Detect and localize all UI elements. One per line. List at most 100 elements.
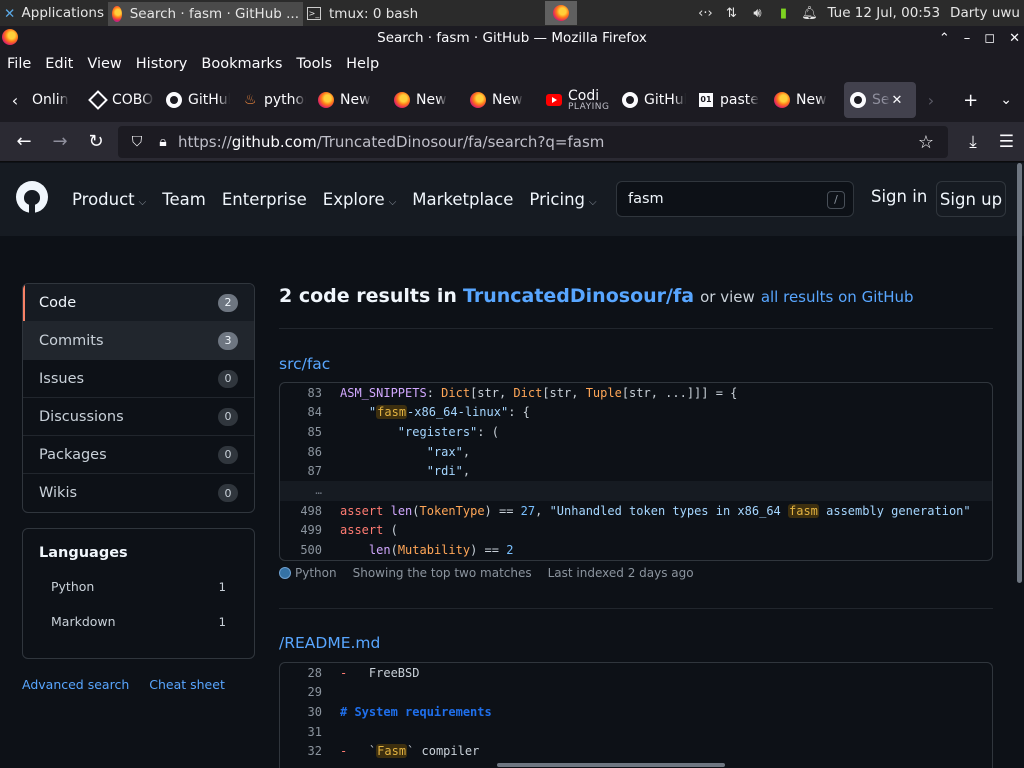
- tab-new-3[interactable]: New: [464, 82, 540, 118]
- line-number[interactable]: 500: [280, 543, 322, 557]
- nav-marketplace[interactable]: Marketplace: [412, 190, 513, 209]
- user-name[interactable]: Darty uwu: [950, 5, 1020, 21]
- list-all-tabs-chevron-icon[interactable]: ⌄: [1000, 92, 1012, 108]
- notification-bell-icon[interactable]: 🔔︎: [801, 6, 818, 21]
- tab-label: COBOL: [112, 92, 154, 108]
- line-number[interactable]: 498: [280, 504, 322, 518]
- tab-github-search-active[interactable]: Se ✕: [844, 82, 916, 118]
- line-number[interactable]: …: [280, 484, 322, 497]
- line-number[interactable]: 32: [280, 744, 322, 758]
- github-search-input[interactable]: fasm /: [616, 181, 854, 217]
- line-number[interactable]: 85: [280, 425, 322, 439]
- tab-paste[interactable]: 01 paste: [692, 82, 768, 118]
- nav-explore[interactable]: Explore ⌵: [323, 190, 397, 209]
- maximize-up-icon[interactable]: ⌃: [939, 31, 950, 46]
- reload-icon[interactable]: ↻: [78, 131, 114, 152]
- line-number[interactable]: 29: [280, 685, 322, 699]
- taskbar-firefox-window[interactable]: Search · fasm · GitHub ...: [108, 1, 303, 26]
- line-number[interactable]: 499: [280, 523, 322, 537]
- tab-playing-indicator: PLAYING: [568, 101, 610, 112]
- hamburger-menu-icon[interactable]: ☰: [999, 132, 1014, 152]
- file-link-readme[interactable]: /README.md: [279, 634, 380, 652]
- applications-menu[interactable]: ✕ Applications: [0, 0, 108, 26]
- language-filter-markdown[interactable]: Markdown 1: [39, 614, 238, 629]
- menu-bookmarks[interactable]: Bookmarks: [194, 56, 289, 72]
- file-link-src-fac[interactable]: src/fac: [279, 355, 330, 373]
- sidebar-item-discussions[interactable]: Discussions 0: [23, 398, 254, 436]
- download-icon[interactable]: ⤓: [969, 132, 977, 152]
- line-number[interactable]: 28: [280, 666, 322, 680]
- menu-history[interactable]: History: [129, 56, 195, 72]
- volume-icon[interactable]: 🔊︎: [749, 6, 765, 21]
- advanced-search-link[interactable]: Advanced search: [22, 677, 129, 692]
- nav-enterprise[interactable]: Enterprise: [222, 190, 307, 209]
- tab-close-icon[interactable]: ✕: [892, 93, 903, 108]
- python-language-dot: [279, 567, 291, 579]
- sign-in-link[interactable]: Sign in: [871, 187, 927, 206]
- sidebar-item-commits[interactable]: Commits 3: [23, 322, 254, 360]
- battery-icon[interactable]: ▮: [775, 6, 791, 21]
- tab-youtube-playing[interactable]: Codi PLAYING: [540, 82, 616, 118]
- minimize-icon[interactable]: –: [964, 31, 971, 46]
- forward-arrow-icon[interactable]: →: [42, 131, 78, 152]
- sign-up-button[interactable]: Sign up: [936, 181, 1006, 217]
- taskbar-terminal-window[interactable]: >_ tmux: 0 bash: [303, 1, 501, 26]
- search-shortcut-key: /: [827, 191, 845, 209]
- sidebar-item-wikis[interactable]: Wikis 0: [23, 474, 254, 512]
- nav-product[interactable]: Product ⌵: [72, 190, 146, 209]
- back-arrow-icon[interactable]: ←: [6, 131, 42, 152]
- tab-new-4[interactable]: New: [768, 82, 844, 118]
- code-horizontal-scrollbar[interactable]: [497, 763, 725, 767]
- menu-help[interactable]: Help: [339, 56, 386, 72]
- repo-link[interactable]: TruncatedDinosour/fa: [463, 285, 694, 307]
- lock-icon[interactable]: 🔒︎: [152, 134, 174, 150]
- nav-pricing[interactable]: Pricing ⌵: [529, 190, 596, 209]
- firefox-launcher-button[interactable]: [545, 1, 577, 25]
- line-number[interactable]: 87: [280, 464, 322, 478]
- github-logo-icon[interactable]: [16, 181, 48, 213]
- line-number[interactable]: 84: [280, 405, 322, 419]
- tab-github-2[interactable]: GitHub: [616, 82, 692, 118]
- language-filter-python[interactable]: Python 1: [39, 579, 238, 594]
- tab-online[interactable]: Onlin: [30, 82, 84, 118]
- sidebar-item-code[interactable]: Code 2: [23, 284, 254, 322]
- restore-icon[interactable]: ◻: [984, 31, 995, 46]
- tab-label: New: [340, 92, 371, 108]
- count-badge: 3: [218, 331, 238, 350]
- network-arrows-icon[interactable]: ‹·›: [697, 6, 713, 21]
- code-snippet-src-fac[interactable]: 83 ASM_SNIPPETS: Dict[str, Dict[str, Tupl…: [279, 382, 993, 561]
- cheat-sheet-link[interactable]: Cheat sheet: [149, 677, 225, 692]
- tabs-scroll-left-icon[interactable]: ‹: [0, 91, 30, 110]
- close-icon[interactable]: ✕: [1009, 31, 1020, 46]
- tabs-scroll-right-icon[interactable]: ›: [916, 91, 946, 110]
- tab-cobol[interactable]: COBOL: [84, 82, 160, 118]
- shield-icon[interactable]: ⛉: [126, 134, 148, 150]
- line-number[interactable]: 30: [280, 705, 322, 719]
- youtube-icon: [546, 92, 562, 108]
- bookmark-star-icon[interactable]: ☆: [918, 132, 934, 153]
- code-text: assert (: [340, 523, 398, 538]
- menu-tools[interactable]: Tools: [289, 56, 339, 72]
- tab-python[interactable]: ♨ python: [236, 82, 312, 118]
- tab-github-1[interactable]: GitHub: [160, 82, 236, 118]
- sidebar-item-label: Discussions: [39, 408, 124, 425]
- transfer-icon[interactable]: ⇅: [723, 6, 739, 21]
- tab-new-1[interactable]: New: [312, 82, 388, 118]
- menu-file[interactable]: File: [0, 56, 38, 72]
- new-tab-plus-icon[interactable]: +: [963, 90, 978, 111]
- code-snippet-readme[interactable]: 28 - FreeBSD 29 30 # System requirements 31 32…: [279, 662, 993, 768]
- url-bar[interactable]: ⛉ 🔒︎ https://github.com/TruncatedDinosou…: [118, 126, 948, 158]
- tab-new-2[interactable]: New: [388, 82, 464, 118]
- clock[interactable]: Tue 12 Jul, 00:53: [827, 5, 940, 21]
- line-number[interactable]: 83: [280, 386, 322, 400]
- line-number[interactable]: 86: [280, 445, 322, 459]
- last-indexed: Last indexed 2 days ago: [547, 566, 694, 580]
- line-number[interactable]: 31: [280, 725, 322, 739]
- menu-view[interactable]: View: [80, 56, 128, 72]
- menu-edit[interactable]: Edit: [38, 56, 80, 72]
- nav-team[interactable]: Team: [162, 190, 206, 209]
- all-results-link[interactable]: all results on GitHub: [761, 288, 914, 306]
- sidebar-item-issues[interactable]: Issues 0: [23, 360, 254, 398]
- page-scrollbar[interactable]: [1017, 163, 1022, 583]
- sidebar-item-packages[interactable]: Packages 0: [23, 436, 254, 474]
